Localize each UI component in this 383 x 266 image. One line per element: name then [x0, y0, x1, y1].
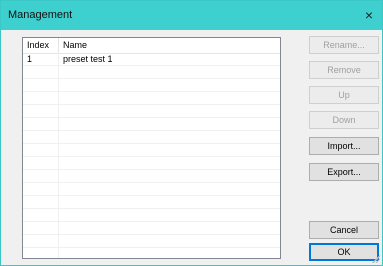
empty-row-index-cell	[23, 157, 59, 169]
empty-row	[23, 222, 280, 235]
empty-row-index-cell	[23, 235, 59, 247]
list-rows: 1 preset test 1	[23, 53, 280, 258]
empty-row	[23, 209, 280, 222]
empty-row	[23, 183, 280, 196]
empty-row-index-cell	[23, 79, 59, 91]
resize-grip-icon[interactable]	[372, 255, 380, 263]
empty-row	[23, 79, 280, 92]
empty-row-index-cell	[23, 222, 59, 234]
empty-row-index-cell	[23, 196, 59, 208]
empty-row-index-cell	[23, 92, 59, 104]
empty-row	[23, 92, 280, 105]
close-icon[interactable]: ×	[359, 4, 379, 26]
window-title: Management	[8, 9, 73, 21]
preset-list[interactable]: Index Name 1 preset test 1	[22, 37, 281, 259]
empty-row-index-cell	[23, 105, 59, 117]
empty-row	[23, 170, 280, 183]
row-name: preset test 1	[63, 54, 113, 64]
empty-row	[23, 144, 280, 157]
remove-button[interactable]: Remove	[309, 61, 379, 79]
empty-row	[23, 131, 280, 144]
empty-row	[23, 105, 280, 118]
empty-row-index-cell	[23, 209, 59, 221]
empty-row	[23, 196, 280, 209]
list-header: Index Name	[23, 38, 280, 54]
empty-row	[23, 235, 280, 248]
empty-row	[23, 118, 280, 131]
empty-row	[23, 248, 280, 258]
export-button[interactable]: Export...	[309, 163, 379, 181]
column-header-name[interactable]: Name	[59, 38, 280, 53]
table-row[interactable]: 1 preset test 1	[23, 53, 280, 66]
up-button[interactable]: Up	[309, 86, 379, 104]
column-header-index[interactable]: Index	[23, 38, 59, 53]
empty-row-index-cell	[23, 248, 59, 258]
empty-row-index-cell	[23, 144, 59, 156]
management-dialog: Management × Index Name 1 preset test 1 …	[0, 0, 383, 266]
empty-row	[23, 157, 280, 170]
empty-row-index-cell	[23, 170, 59, 182]
import-button[interactable]: Import...	[309, 137, 379, 155]
row-index: 1	[23, 53, 59, 65]
empty-row-index-cell	[23, 183, 59, 195]
cancel-button[interactable]: Cancel	[309, 221, 379, 239]
ok-button[interactable]: OK	[309, 243, 379, 261]
empty-row-index-cell	[23, 118, 59, 130]
title-bar[interactable]: Management ×	[1, 1, 382, 30]
empty-row-index-cell	[23, 131, 59, 143]
empty-row-index-cell	[23, 66, 59, 78]
empty-row	[23, 66, 280, 79]
rename-button[interactable]: Rename...	[309, 36, 379, 54]
down-button[interactable]: Down	[309, 111, 379, 129]
